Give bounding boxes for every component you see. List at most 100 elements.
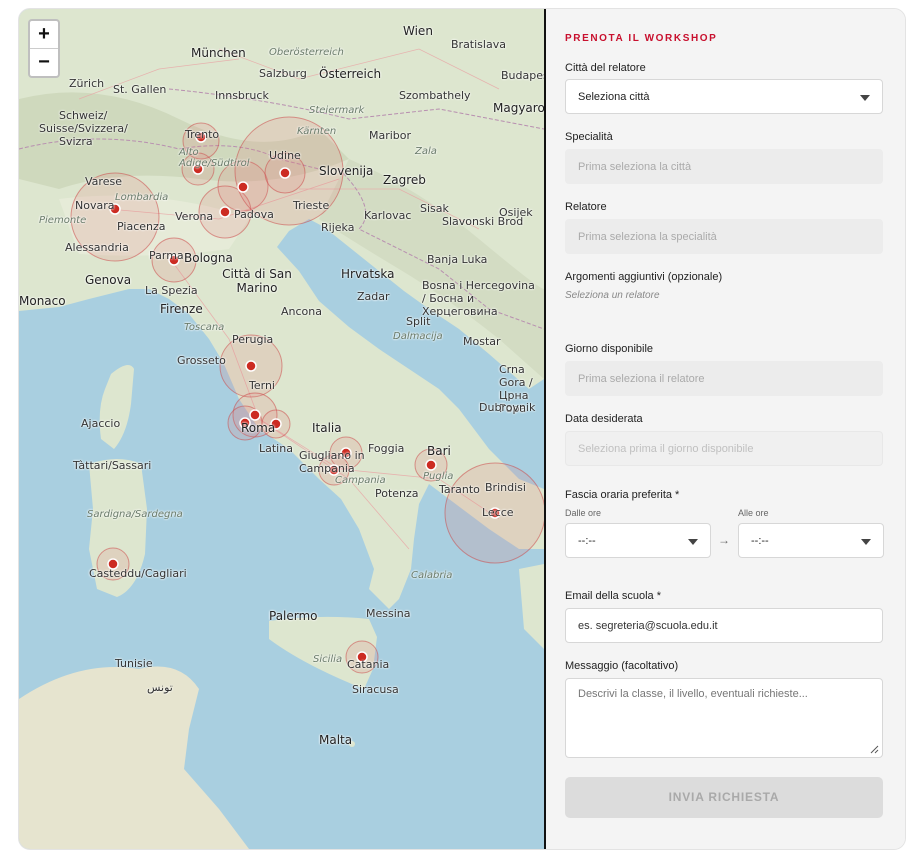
to-time-select[interactable]: --:-- [738, 523, 884, 558]
speaker-select-placeholder: Prima seleziona la specialità [578, 231, 717, 243]
city-label: Budapest [501, 69, 544, 82]
city-label: Padova [234, 208, 274, 221]
city-label: Dubrovnik [479, 401, 536, 414]
city-label: Piacenza [117, 220, 166, 233]
region-label: Kärnten [297, 126, 337, 137]
city-label: Giugliano in Campania [299, 449, 365, 475]
arrow-right-icon: → [718, 533, 730, 547]
region-label: Calabria [411, 570, 453, 581]
submit-button[interactable]: INVIA RICHIESTA [565, 777, 883, 818]
message-field-label: Messaggio (facoltativo) [565, 660, 679, 672]
region-label: Piemonte [39, 215, 87, 226]
region-label: Dalmacija [393, 331, 443, 342]
speaker-select[interactable]: Prima seleziona la specialità [565, 219, 883, 254]
email-input[interactable]: es. segreteria@scuola.edu.it [565, 608, 883, 643]
resize-handle-icon[interactable] [869, 744, 879, 754]
city-label: Magyarország [493, 101, 545, 115]
city-label: Genova [85, 273, 132, 287]
land-africa [19, 666, 249, 849]
time-range-label: Fascia oraria preferita * [565, 489, 680, 501]
region-label: Toscana [184, 322, 225, 333]
city-label: Udine [269, 149, 301, 162]
specialty-field-label: Specialità [565, 131, 613, 143]
day-select-placeholder: Prima seleziona il relatore [578, 373, 705, 385]
specialty-select-placeholder: Prima seleziona la città [578, 161, 692, 173]
city-label: Potenza [375, 487, 419, 500]
city-label: Malta [319, 733, 353, 747]
city-label: Zagreb [383, 173, 426, 187]
speaker-map[interactable]: + − Zürich München Salzburg Österreich W… [19, 9, 546, 849]
city-label: Innsbruck [215, 89, 269, 102]
city-label: Österreich [319, 67, 382, 81]
date-field-label: Data desiderata [565, 413, 643, 425]
city-label: Brindisi [485, 481, 526, 494]
city-label: Hrvatska [341, 267, 395, 281]
city-label: Szombathely [399, 89, 471, 102]
city-label: Tàttari/Sassari [73, 459, 152, 472]
city-label: Foggia [368, 442, 405, 455]
booking-form: PRENOTA IL WORKSHOP Città del relatore S… [546, 9, 905, 849]
city-label: Grosseto [177, 354, 226, 367]
specialty-select[interactable]: Prima seleziona la città [565, 149, 883, 184]
city-label: Sisak [420, 202, 449, 215]
form-heading: PRENOTA IL WORKSHOP [565, 33, 718, 44]
day-select[interactable]: Prima seleziona il relatore [565, 361, 883, 396]
city-label: Casteddu/Cagliari [89, 567, 187, 580]
city-label: Siracusa [352, 683, 399, 696]
city-label: Lecce [482, 506, 514, 519]
city-label: Bologna [184, 251, 233, 265]
region-label: Steiermark [309, 105, 365, 116]
date-input[interactable]: Seleziona prima il giorno disponibile [565, 431, 883, 466]
land-corsica [99, 365, 134, 449]
chevron-down-icon [861, 539, 871, 545]
city-label: Italia [312, 421, 342, 435]
city-label: Terni [249, 379, 275, 392]
city-label: München [191, 46, 246, 60]
to-time-label: Alle ore [738, 508, 769, 518]
region-label: Lombardia [115, 192, 169, 203]
message-textarea-placeholder: Descrivi la classe, il livello, eventual… [578, 688, 808, 700]
city-label: Roma [241, 421, 276, 435]
city-label: Salzburg [259, 67, 307, 80]
city-label: Suisse/Svizzera/ [39, 122, 128, 135]
city-label: Città di San Marino [222, 267, 292, 295]
city-label: Firenze [160, 302, 203, 316]
city-label: Karlovac [364, 209, 412, 222]
city-label: Rijeka [321, 221, 355, 234]
city-label: St. Gallen [113, 83, 167, 96]
city-label: Osijek [499, 206, 533, 219]
from-time-value: --:-- [578, 535, 596, 547]
city-label: تونس [147, 681, 173, 694]
to-time-value: --:-- [751, 535, 769, 547]
city-label: Trieste [293, 199, 330, 212]
city-label: Bratislava [451, 38, 506, 51]
city-label: Messina [366, 607, 411, 620]
city-select-value: Seleziona città [578, 91, 650, 103]
region-label: Alto Adige/Südtirol [179, 147, 250, 169]
region-label: Puglia [423, 471, 454, 482]
from-time-select[interactable]: --:-- [565, 523, 711, 558]
chevron-down-icon [688, 539, 698, 545]
city-label: Novara [75, 199, 115, 212]
speaker-field-label: Relatore [565, 201, 607, 213]
city-label: Svizra [59, 135, 93, 148]
city-label: Palermo [269, 609, 318, 623]
zoom-in-button[interactable]: + [30, 21, 58, 48]
city-label: Catania [347, 658, 390, 671]
city-label: Taranto [439, 483, 480, 496]
city-label: Verona [175, 210, 214, 223]
email-input-placeholder: es. segreteria@scuola.edu.it [578, 620, 718, 632]
topics-field-label: Argomenti aggiuntivi (opzionale) [565, 271, 723, 283]
region-label: Sicilia [313, 654, 343, 665]
city-label: Parma [149, 249, 184, 262]
city-label: Banja Luka [427, 253, 488, 266]
city-label: Tunisie [115, 657, 153, 670]
booking-widget: + − Zürich München Salzburg Österreich W… [18, 8, 906, 850]
city-label: Zadar [357, 290, 390, 303]
city-label: Monaco [19, 294, 66, 308]
city-select[interactable]: Seleziona città [565, 79, 883, 114]
zoom-out-button[interactable]: − [30, 48, 58, 76]
city-label: Ajaccio [81, 417, 121, 430]
city-label: Schweiz/ [59, 109, 108, 122]
message-textarea[interactable]: Descrivi la classe, il livello, eventual… [565, 678, 883, 758]
